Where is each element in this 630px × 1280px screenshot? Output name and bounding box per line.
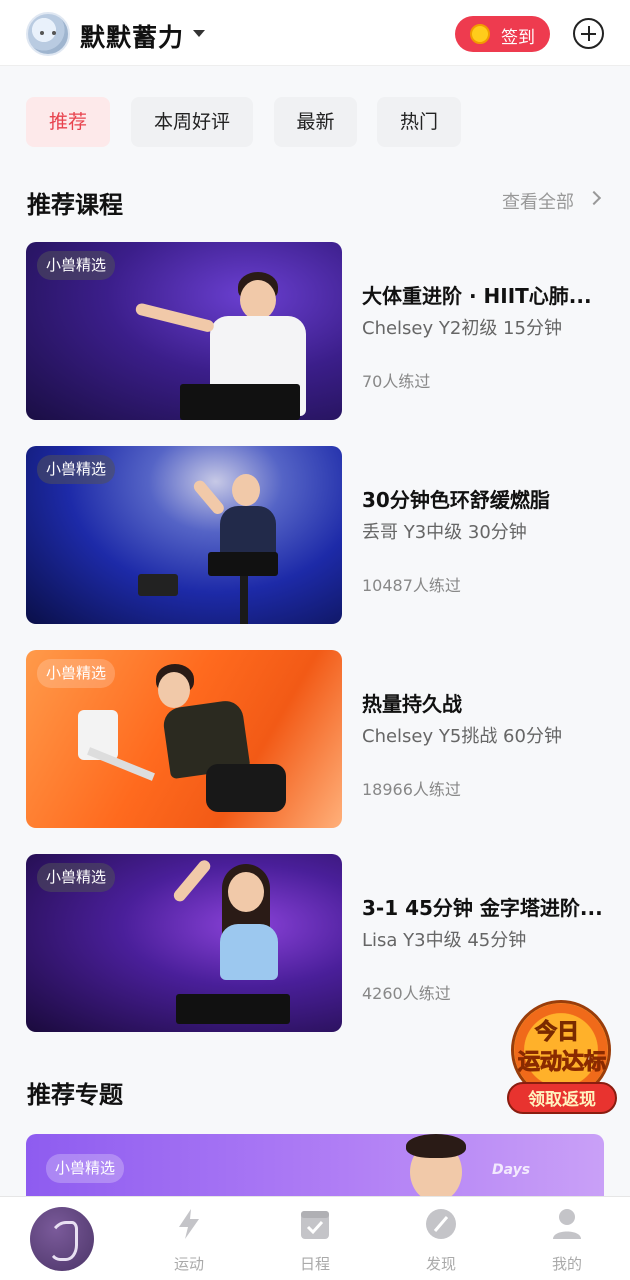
course-subtitle: 丢哥 Y3中级 30分钟: [362, 522, 527, 543]
tab-label: 日程: [299, 1255, 330, 1273]
tab-schedule[interactable]: 日程: [252, 1197, 378, 1280]
tab-sport[interactable]: 运动: [126, 1197, 252, 1280]
tab-label: 发现: [425, 1255, 456, 1273]
course-practice-count: 18966人练过: [362, 780, 461, 799]
course-subtitle: Chelsey Y5挑战 60分钟: [362, 726, 562, 747]
course-card[interactable]: 小兽精选 热量持久战 Chelsey Y5挑战 60分钟 18966人练过: [26, 650, 606, 828]
course-subtitle: Lisa Y3中级 45分钟: [362, 930, 527, 951]
course-thumbnail: 小兽精选: [26, 854, 342, 1032]
compass-icon: [426, 1209, 456, 1239]
course-thumbnail: 小兽精选: [26, 650, 342, 828]
course-title: 30分钟色环舒缓燃脂: [362, 488, 550, 512]
signin-label: 签到: [501, 28, 535, 48]
filter-chip-newest[interactable]: 最新: [274, 97, 357, 147]
bottom-tab-bar: 运动 日程 发现 我的: [0, 1196, 630, 1280]
add-icon[interactable]: [573, 18, 604, 49]
course-title: 3-1 45分钟 金字塔进阶...: [362, 896, 603, 920]
course-badge: 小兽精选: [37, 659, 116, 688]
user-avatar[interactable]: [26, 12, 70, 56]
see-all-link[interactable]: 查看全部: [502, 188, 574, 214]
tab-discover[interactable]: 发现: [378, 1197, 504, 1280]
coin-icon: [470, 24, 490, 44]
tab-label: 运动: [173, 1255, 204, 1273]
promo-line1: 今日: [534, 1020, 580, 1046]
tab-home[interactable]: [0, 1197, 126, 1280]
course-practice-count: 10487人练过: [362, 576, 461, 595]
course-title: 热量持久战: [362, 692, 462, 716]
banner-days-text: Days: [492, 1162, 531, 1178]
course-title: 大体重进阶 · HIIT心肺...: [362, 284, 592, 308]
course-thumbnail: 小兽精选: [26, 242, 342, 420]
home-logo-icon: [30, 1207, 94, 1271]
course-practice-count: 70人练过: [362, 372, 431, 391]
course-badge: 小兽精选: [37, 455, 116, 484]
chevron-down-icon[interactable]: [193, 30, 205, 37]
username[interactable]: 默默蓄力: [80, 18, 184, 54]
course-badge: 小兽精选: [37, 863, 116, 892]
course-thumbnail: 小兽精选: [26, 446, 342, 624]
profile-icon: [553, 1209, 581, 1239]
signin-button[interactable]: 签到: [455, 16, 550, 52]
course-card[interactable]: 小兽精选 大体重进阶 · HIIT心肺... Chelsey Y2初级 15分钟…: [26, 242, 606, 420]
lightning-icon: [179, 1209, 199, 1239]
chevron-right-icon[interactable]: [586, 190, 602, 206]
promo-line2: 运动达标: [517, 1050, 606, 1076]
daily-goal-promo[interactable]: 今日 运动达标 领取返现: [505, 1000, 617, 1116]
section-title-courses: 推荐课程: [27, 191, 123, 219]
filter-chip-weekly-top[interactable]: 本周好评: [131, 97, 253, 147]
section-title-topics: 推荐专题: [27, 1081, 123, 1109]
filter-chip-hot[interactable]: 热门: [377, 97, 461, 147]
top-header: 默默蓄力 签到: [0, 0, 630, 66]
course-badge: 小兽精选: [37, 251, 116, 280]
tab-label: 我的: [551, 1255, 582, 1273]
course-subtitle: Chelsey Y2初级 15分钟: [362, 318, 562, 339]
filter-chip-recommend[interactable]: 推荐: [26, 97, 110, 147]
tab-profile[interactable]: 我的: [504, 1197, 630, 1280]
course-card[interactable]: 小兽精选 30分钟色环舒缓燃脂 丢哥 Y3中级 30分钟 10487人练过: [26, 446, 606, 624]
topic-badge: 小兽精选: [46, 1154, 125, 1183]
calendar-icon: [301, 1211, 329, 1239]
promo-claim-button[interactable]: 领取返现: [507, 1082, 617, 1114]
course-practice-count: 4260人练过: [362, 984, 451, 1003]
